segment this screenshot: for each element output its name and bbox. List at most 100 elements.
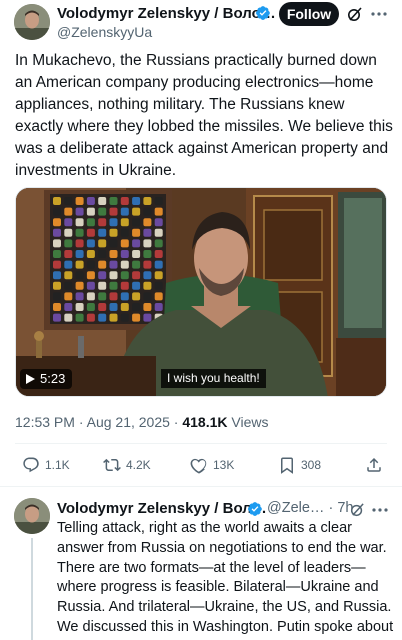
repost-count: 4.2K <box>126 458 151 472</box>
patch-decoration <box>98 239 107 248</box>
patch-decoration <box>86 303 95 311</box>
patch-decoration <box>64 239 73 248</box>
patch-decoration <box>154 228 163 237</box>
patch-decoration <box>53 207 61 216</box>
patch-decoration <box>53 281 61 290</box>
patch-decoration <box>53 292 61 301</box>
share-button[interactable] <box>365 456 383 474</box>
patch-decoration <box>75 303 84 311</box>
meta-separator: · <box>78 414 87 430</box>
patch-decoration <box>154 292 163 301</box>
tweet-date[interactable]: Aug 21, 2025 <box>87 414 170 430</box>
patch-decoration <box>109 292 118 301</box>
video-frame <box>16 188 386 396</box>
patch-decoration <box>143 239 152 248</box>
play-icon[interactable] <box>26 374 35 384</box>
patch-decoration <box>120 303 129 311</box>
patch-decoration <box>75 313 84 322</box>
patch-decoration <box>75 218 84 227</box>
like-count: 13K <box>213 458 235 472</box>
patch-decoration <box>143 260 152 269</box>
more-icon[interactable] <box>370 6 388 22</box>
patch-decoration <box>154 207 163 216</box>
patch-decoration <box>109 260 118 269</box>
patch-decoration <box>98 313 107 322</box>
patch-decoration <box>154 197 163 205</box>
patch-decoration <box>53 197 61 205</box>
patch-decoration <box>132 271 141 280</box>
bookmark-button[interactable]: 308 <box>278 456 321 474</box>
patch-decoration <box>132 207 141 216</box>
video-duration-badge: 5:23 <box>20 369 73 389</box>
patch-decoration <box>120 218 129 227</box>
reply-icon <box>23 457 39 473</box>
patch-decoration <box>75 250 84 258</box>
avatar[interactable] <box>14 4 50 40</box>
grok-icon[interactable] <box>350 502 365 517</box>
patch-decoration <box>120 281 129 290</box>
follow-button[interactable]: Follow <box>279 2 339 26</box>
patch-decoration <box>86 239 95 248</box>
patch-decoration <box>53 313 61 322</box>
tweet-text: In Mukachevo, the Russians practically b… <box>15 52 393 179</box>
patch-decoration <box>86 292 95 301</box>
patch-decoration <box>53 218 61 227</box>
patch-decoration <box>64 218 73 227</box>
patch-decoration <box>75 207 84 216</box>
like-button[interactable]: 13K <box>190 456 234 474</box>
patch-decoration <box>132 303 141 311</box>
thread-line <box>31 538 33 640</box>
patch-decoration <box>132 197 141 205</box>
patch-decoration <box>143 281 152 290</box>
author-handle[interactable]: @ZelenskyyUa <box>57 24 152 40</box>
patch-decoration <box>154 271 163 280</box>
grok-icon[interactable] <box>347 6 363 22</box>
patch-decoration <box>75 228 84 237</box>
patch-decoration <box>64 197 73 205</box>
patch-decoration <box>154 250 163 258</box>
more-icon[interactable] <box>371 503 389 517</box>
patch-decoration <box>120 228 129 237</box>
tweet-time[interactable]: 12:53 PM <box>15 414 75 430</box>
patch-decoration <box>75 239 84 248</box>
patch-decoration <box>86 271 95 280</box>
patch-decoration <box>132 250 141 258</box>
reply-avatar[interactable] <box>14 498 50 534</box>
patch-decoration <box>75 281 84 290</box>
reply-handle[interactable]: @Zele… <box>267 500 324 516</box>
patch-decoration <box>86 207 95 216</box>
reply-handle-line: @Zele… · 7h <box>267 500 353 516</box>
patch-decoration <box>98 303 107 311</box>
patch-decoration <box>120 239 129 248</box>
patch-decoration <box>143 250 152 258</box>
reply-author-name[interactable]: Volodymyr Zelenskyy / Вол… <box>57 500 267 517</box>
patch-decoration <box>75 260 84 269</box>
author-name[interactable]: Volodymyr Zelenskyy / Воло… <box>57 5 276 22</box>
patch-decoration <box>109 197 118 205</box>
patch-decoration <box>109 239 118 248</box>
reply-button[interactable]: 1.1K <box>22 456 70 474</box>
video-player[interactable]: 5:23 I wish you health! <box>15 187 387 397</box>
patch-decoration <box>75 292 84 301</box>
patch-decoration <box>86 228 95 237</box>
repost-icon <box>103 458 121 472</box>
patch-decoration <box>109 207 118 216</box>
patch-decoration <box>120 250 129 258</box>
patch-decoration <box>132 239 141 248</box>
views-label: Views <box>231 414 269 430</box>
repost-button[interactable]: 4.2K <box>103 456 151 474</box>
video-caption: I wish you health! <box>161 369 266 388</box>
patch-decoration <box>53 260 61 269</box>
patch-decoration <box>154 239 163 248</box>
patch-decoration <box>109 218 118 227</box>
patch-decoration <box>98 218 107 227</box>
divider <box>15 443 387 444</box>
action-bar: 1.1K 4.2K 13K 308 <box>0 452 402 480</box>
patch-decoration <box>98 250 107 258</box>
patch-decoration <box>64 281 73 290</box>
patch-decoration <box>109 281 118 290</box>
patch-decoration <box>75 197 84 205</box>
patch-decoration <box>143 271 152 280</box>
patch-decoration <box>143 292 152 301</box>
patch-decoration <box>154 303 163 311</box>
